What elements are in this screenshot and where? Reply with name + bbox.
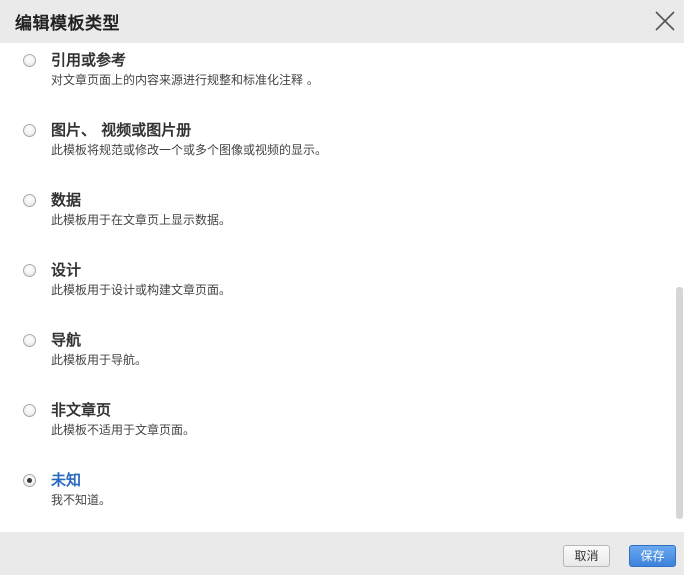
option-label[interactable]: 图片、 视频或图片册 — [51, 119, 191, 140]
option-label[interactable]: 未知 — [51, 469, 81, 490]
close-button[interactable] — [652, 8, 678, 34]
option-navigation[interactable]: 导航 此模板用于导航。 — [0, 326, 660, 386]
option-description: 我不知道。 — [51, 493, 112, 507]
radio-media[interactable] — [23, 124, 36, 137]
option-design[interactable]: 设计 此模板用于设计或构建文章页面。 — [0, 256, 660, 316]
option-description: 此模板用于导航。 — [51, 353, 148, 367]
option-label[interactable]: 引用或参考 — [51, 49, 126, 70]
dialog-header: 编辑模板类型 — [0, 0, 684, 43]
option-citation[interactable]: 引用或参考 对文章页面上的内容来源进行规整和标准化注释 。 — [0, 46, 660, 106]
option-label[interactable]: 数据 — [51, 189, 81, 210]
scrollbar-thumb[interactable] — [676, 287, 683, 519]
options-list[interactable]: 引用或参考 对文章页面上的内容来源进行规整和标准化注释 。 图片、 视频或图片册… — [0, 43, 684, 532]
dialog-footer: 取消 保存 — [0, 532, 684, 575]
option-media[interactable]: 图片、 视频或图片册 此模板将规范或修改一个或多个图像或视频的显示。 — [0, 116, 660, 176]
cancel-button[interactable]: 取消 — [563, 545, 610, 567]
option-data[interactable]: 数据 此模板用于在文章页上显示数据。 — [0, 186, 660, 246]
radio-design[interactable] — [23, 264, 36, 277]
save-button[interactable]: 保存 — [629, 545, 676, 567]
radio-unknown[interactable] — [23, 474, 36, 487]
option-label[interactable]: 导航 — [51, 329, 81, 350]
radio-citation[interactable] — [23, 54, 36, 67]
option-description: 此模板用于设计或构建文章页面。 — [51, 283, 232, 297]
radio-data[interactable] — [23, 194, 36, 207]
option-description: 此模板用于在文章页上显示数据。 — [51, 213, 232, 227]
option-description: 对文章页面上的内容来源进行规整和标准化注释 。 — [51, 73, 319, 87]
option-non-article[interactable]: 非文章页 此模板不适用于文章页面。 — [0, 396, 660, 456]
option-label[interactable]: 非文章页 — [51, 399, 111, 420]
radio-navigation[interactable] — [23, 334, 36, 347]
dialog-title: 编辑模板类型 — [15, 14, 120, 34]
radio-non-article[interactable] — [23, 404, 36, 417]
option-description: 此模板不适用于文章页面。 — [51, 423, 196, 437]
option-description: 此模板将规范或修改一个或多个图像或视频的显示。 — [51, 143, 328, 157]
option-label[interactable]: 设计 — [51, 259, 81, 280]
edit-template-type-dialog: 编辑模板类型 引用或参考 对文章页面上的内容来源进行规整和标准化注释 。 图片、… — [0, 0, 684, 575]
close-icon — [655, 11, 675, 31]
option-unknown[interactable]: 未知 我不知道。 — [0, 466, 660, 526]
